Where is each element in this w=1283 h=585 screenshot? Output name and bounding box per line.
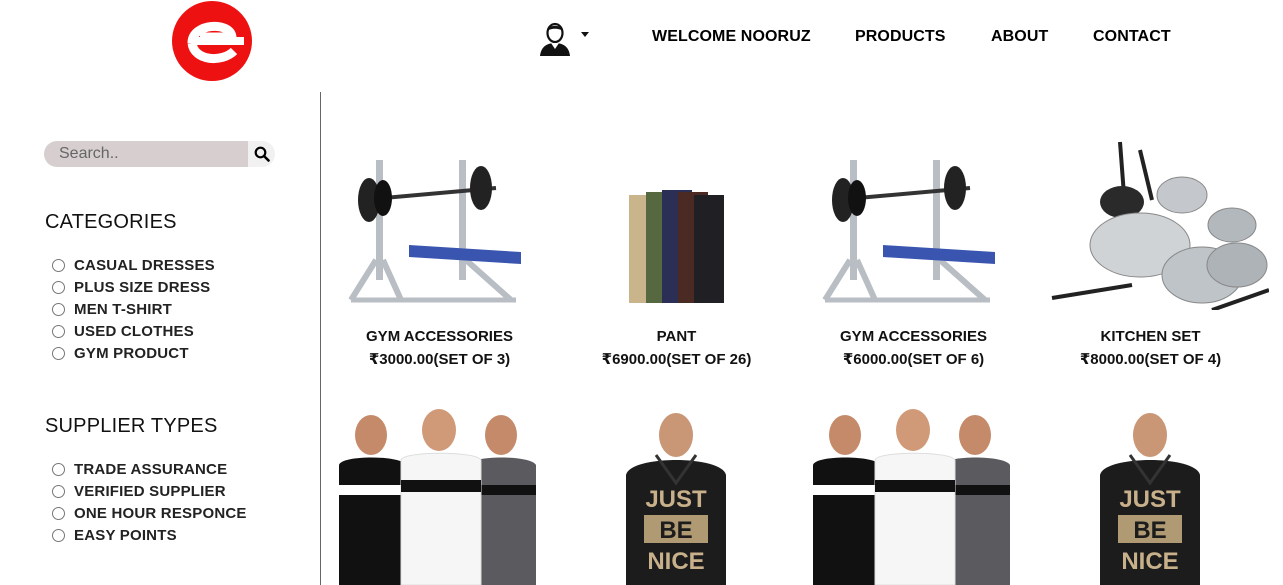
hoodie-print-line: NICE: [1121, 548, 1178, 575]
radio-button[interactable]: [52, 280, 65, 294]
hoodie-print-line: JUST: [645, 486, 707, 513]
product-name: KITCHEN SET: [1100, 328, 1201, 345]
hoodie-image: JUST BE NICE: [1100, 413, 1200, 585]
supplier-option[interactable]: EASY POINTS: [52, 524, 247, 546]
nav-about[interactable]: ABOUT: [991, 28, 1048, 46]
categories-heading: CATEGORIES: [45, 211, 177, 233]
radio-button[interactable]: [52, 346, 65, 360]
supplier-label: ONE HOUR RESPONCE: [74, 504, 247, 522]
product-price: ₹6900.00(SET OF 26): [601, 351, 752, 368]
radio-button[interactable]: [52, 484, 65, 498]
radio-button[interactable]: [52, 462, 65, 476]
category-option[interactable]: PLUS SIZE DRESS: [52, 276, 215, 298]
hoodie-print-line: BE: [1133, 517, 1166, 544]
hoodie-print-line: JUST: [1119, 486, 1181, 513]
radio-button[interactable]: [52, 324, 65, 338]
supplier-label: VERIFIED SUPPLIER: [74, 482, 226, 500]
hoodie-print-line: BE: [659, 517, 692, 544]
search-input[interactable]: [44, 141, 248, 167]
category-label: GYM PRODUCT: [74, 344, 189, 362]
nav-contact[interactable]: CONTACT: [1093, 28, 1171, 46]
men-tshirts-image: [339, 409, 536, 585]
category-label: CASUAL DRESSES: [74, 256, 215, 274]
hoodie-print-line: NICE: [647, 548, 704, 575]
supplier-types-list: TRADE ASSURANCE VERIFIED SUPPLIER ONE HO…: [52, 458, 247, 546]
nav-welcome-user[interactable]: WELCOME NOORUZ: [652, 28, 811, 46]
user-avatar-icon: [540, 22, 570, 56]
gym-bench-image: [348, 160, 521, 303]
radio-button[interactable]: [52, 506, 65, 520]
supplier-types-heading: SUPPLIER TYPES: [45, 415, 218, 437]
categories-list: CASUAL DRESSES PLUS SIZE DRESS MEN T-SHI…: [52, 254, 215, 364]
nav-products[interactable]: PRODUCTS: [855, 28, 946, 46]
search-button[interactable]: [248, 141, 275, 167]
hoodie-image: JUST BE NICE: [626, 413, 726, 585]
men-tshirts-image: [813, 409, 1010, 585]
supplier-option[interactable]: ONE HOUR RESPONCE: [52, 502, 247, 524]
product-price: ₹6000.00(SET OF 6): [842, 351, 985, 368]
user-menu-dropdown[interactable]: [538, 22, 594, 56]
category-option[interactable]: CASUAL DRESSES: [52, 254, 215, 276]
supplier-option[interactable]: TRADE ASSURANCE: [52, 458, 247, 480]
product-name: GYM ACCESSORIES: [840, 328, 987, 345]
pants-image: [629, 190, 724, 303]
search-bar: [44, 141, 275, 167]
brand-logo[interactable]: [172, 1, 252, 81]
category-label: PLUS SIZE DRESS: [74, 278, 211, 296]
product-price: ₹8000.00(SET OF 4): [1079, 351, 1222, 368]
chevron-down-icon: [581, 32, 589, 37]
category-label: MEN T-SHIRT: [74, 300, 173, 318]
supplier-label: EASY POINTS: [74, 526, 177, 544]
category-label: USED CLOTHES: [74, 322, 194, 340]
search-icon: [254, 146, 270, 162]
category-option[interactable]: USED CLOTHES: [52, 320, 215, 342]
category-option[interactable]: MEN T-SHIRT: [52, 298, 215, 320]
header: WELCOME NOORUZ PRODUCTS ABOUT CONTACT: [0, 0, 1283, 92]
cookware-image: [1051, 141, 1269, 310]
radio-button[interactable]: [52, 302, 65, 316]
radio-button[interactable]: [52, 528, 65, 542]
product-name: GYM ACCESSORIES: [366, 328, 513, 345]
radio-button[interactable]: [52, 258, 65, 272]
supplier-label: TRADE ASSURANCE: [74, 460, 228, 478]
supplier-option[interactable]: VERIFIED SUPPLIER: [52, 480, 247, 502]
product-price: ₹3000.00(SET OF 3): [368, 351, 511, 368]
gym-bench-image: [822, 160, 995, 303]
category-option[interactable]: GYM PRODUCT: [52, 342, 215, 364]
product-name: PANT: [656, 328, 697, 345]
